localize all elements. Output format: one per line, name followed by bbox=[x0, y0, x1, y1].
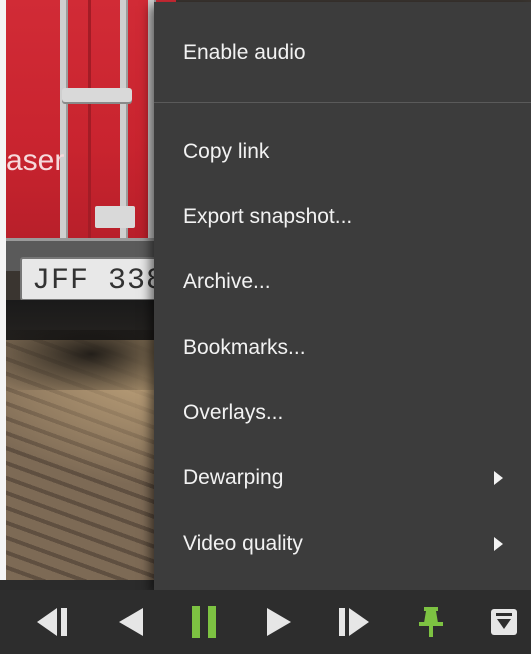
pin-button[interactable] bbox=[404, 590, 458, 654]
menu-item-label: Overlays... bbox=[183, 401, 284, 424]
menu-item-label: Bookmarks... bbox=[183, 336, 306, 359]
menu-item-label: Dewarping bbox=[183, 466, 284, 489]
menu-item-copy-link[interactable]: Copy link bbox=[154, 123, 531, 181]
truck-rail bbox=[60, 0, 68, 250]
menu-item-video-quality[interactable]: Video quality bbox=[154, 515, 531, 573]
playback-control-bar bbox=[0, 590, 531, 654]
pause-icon bbox=[192, 606, 216, 638]
step-forward-icon bbox=[339, 608, 369, 636]
truck-logo-text: aser bbox=[6, 144, 65, 177]
menu-item-label: Copy link bbox=[183, 140, 270, 163]
step-back-icon bbox=[37, 608, 67, 636]
menu-item-label: Export snapshot... bbox=[183, 205, 353, 228]
menu-item-enable-audio[interactable]: Enable audio bbox=[154, 24, 531, 82]
pin-icon bbox=[419, 607, 443, 637]
menu-down-icon bbox=[491, 609, 517, 635]
menu-item-export-snapshot[interactable]: Export snapshot... bbox=[154, 188, 531, 246]
menu-item-label: Enable audio bbox=[183, 41, 306, 64]
video-viewer: aser JFF 338 M Enable audio Copy link Ex… bbox=[0, 0, 531, 654]
step-forward-button[interactable] bbox=[326, 590, 380, 654]
truck-panel-line bbox=[88, 0, 91, 240]
menu-item-overlays[interactable]: Overlays... bbox=[154, 384, 531, 442]
step-back-button[interactable] bbox=[26, 590, 80, 654]
menu-item-dewarping[interactable]: Dewarping bbox=[154, 449, 531, 507]
menu-item-label: Video quality bbox=[183, 532, 303, 555]
truck-latch bbox=[62, 88, 132, 102]
context-menu: Enable audio Copy link Export snapshot..… bbox=[154, 2, 531, 590]
menu-item-bookmarks[interactable]: Bookmarks... bbox=[154, 319, 531, 377]
menu-separator bbox=[154, 102, 531, 103]
license-plate: JFF 338 M bbox=[20, 257, 170, 342]
menu-item-archive[interactable]: Archive... bbox=[154, 253, 531, 311]
chevron-right-icon bbox=[494, 537, 503, 551]
play-button[interactable] bbox=[252, 590, 306, 654]
menu-dropdown-button[interactable] bbox=[477, 590, 531, 654]
chevron-right-icon bbox=[494, 471, 503, 485]
play-icon bbox=[267, 608, 291, 636]
pause-button[interactable] bbox=[177, 590, 231, 654]
play-reverse-button[interactable] bbox=[104, 590, 158, 654]
menu-item-label: Archive... bbox=[183, 270, 271, 293]
truck-latch bbox=[95, 206, 135, 228]
play-reverse-icon bbox=[119, 608, 143, 636]
truck-shadow bbox=[6, 330, 176, 390]
